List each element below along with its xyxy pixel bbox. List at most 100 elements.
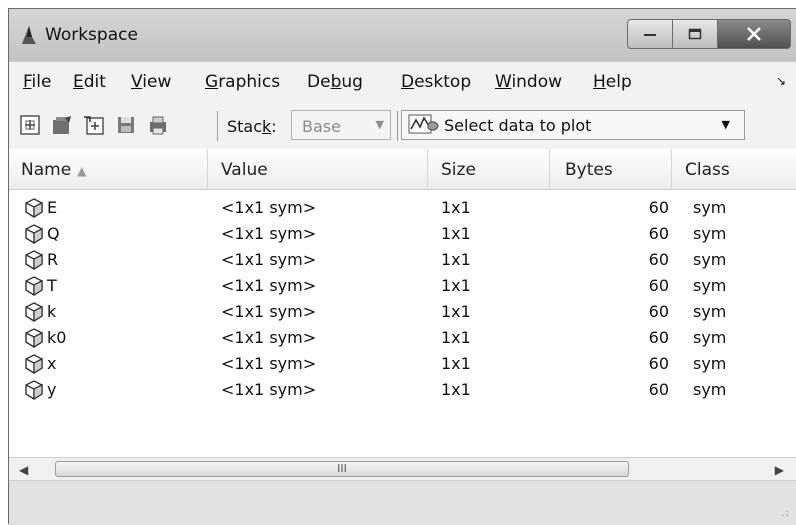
variable-size: 1x1: [441, 276, 471, 295]
column-header-size[interactable]: Size: [441, 160, 476, 180]
scroll-right-icon[interactable]: ▶: [775, 463, 784, 477]
stack-value: Base: [302, 117, 341, 136]
variable-size: 1x1: [441, 354, 471, 373]
menu-help[interactable]: Help: [593, 72, 632, 92]
variable-size: 1x1: [441, 302, 471, 321]
table-row[interactable]: k <1x1 sym> 1x1 60 sym: [9, 299, 796, 327]
menu-graphics[interactable]: Graphics: [205, 72, 280, 92]
scrollbar-thumb[interactable]: III: [55, 461, 629, 477]
variable-name: R: [47, 250, 59, 269]
maximize-button[interactable]: [672, 19, 718, 49]
close-button[interactable]: [717, 19, 791, 49]
variable-class: sym: [693, 276, 727, 295]
table-row[interactable]: k0 <1x1 sym> 1x1 60 sym: [9, 325, 796, 353]
toolbar: Stack: Base ▼ Select data to plot ▼: [9, 103, 796, 150]
minimize-icon: [644, 34, 656, 36]
variable-name: x: [47, 354, 57, 373]
chevron-down-icon: ▼: [721, 118, 730, 131]
variable-bytes: 60: [648, 380, 669, 399]
variable-size: 1x1: [441, 328, 471, 347]
plot-selector-dropdown[interactable]: Select data to plot ▼: [401, 110, 745, 140]
toolbar-separator: [397, 111, 398, 141]
table-row[interactable]: y <1x1 sym> 1x1 60 sym: [9, 377, 796, 405]
sym-cube-icon: [25, 302, 43, 323]
variable-value: <1x1 sym>: [221, 328, 317, 347]
menu-desktop[interactable]: Desktop: [401, 72, 471, 92]
scrollbar-grip: III: [337, 462, 347, 475]
table-row[interactable]: T <1x1 sym> 1x1 60 sym: [9, 273, 796, 301]
table-row[interactable]: E <1x1 sym> 1x1 60 sym: [9, 195, 796, 223]
variables-table: Name ▲ Value Size Bytes Class E <1x1 sym> 1…: [9, 149, 796, 457]
variable-class: sym: [693, 328, 727, 347]
sort-ascending-icon: ▲: [77, 164, 87, 178]
column-header-name[interactable]: Name ▲: [21, 160, 86, 180]
variable-bytes: 60: [648, 250, 669, 269]
stack-dropdown[interactable]: Base ▼: [291, 110, 391, 140]
toolbar-separator: [217, 111, 218, 141]
variable-class: sym: [693, 302, 727, 321]
column-divider[interactable]: [671, 149, 672, 189]
table-header: Name ▲ Value Size Bytes Class: [9, 149, 796, 190]
open-variable-icon[interactable]: [51, 114, 73, 136]
stack-label: Stack:: [227, 117, 277, 136]
table-row[interactable]: R <1x1 sym> 1x1 60 sym: [9, 247, 796, 275]
variable-bytes: 60: [648, 276, 669, 295]
column-header-value[interactable]: Value: [221, 160, 268, 180]
variable-value: <1x1 sym>: [221, 198, 317, 217]
sym-cube-icon: [25, 380, 43, 401]
save-workspace-icon[interactable]: [115, 114, 137, 136]
variable-class: sym: [693, 380, 727, 399]
title-bar[interactable]: Workspace: [9, 9, 796, 61]
window-title: Workspace: [45, 25, 138, 45]
undock-arrow-icon[interactable]: ↘: [776, 74, 786, 88]
variable-bytes: 60: [648, 302, 669, 321]
plot-icon: [408, 114, 439, 134]
menu-window[interactable]: Window: [495, 72, 562, 92]
workspace-icon: [22, 26, 36, 44]
variable-class: sym: [693, 224, 727, 243]
sym-cube-icon: [25, 224, 43, 245]
chevron-down-icon: ▼: [375, 118, 384, 131]
print-icon[interactable]: [147, 114, 169, 136]
sym-cube-icon: [25, 250, 43, 271]
workspace-window: Workspace File Edit View Graphics Debug …: [8, 8, 796, 525]
variable-name: k0: [47, 328, 67, 347]
variable-size: 1x1: [441, 380, 471, 399]
variable-bytes: 60: [648, 328, 669, 347]
sym-cube-icon: [25, 198, 43, 219]
scroll-left-icon[interactable]: ◀: [19, 463, 28, 477]
horizontal-scrollbar[interactable]: ◀ III ▶: [9, 457, 796, 481]
table-row[interactable]: x <1x1 sym> 1x1 60 sym: [9, 351, 796, 379]
column-divider[interactable]: [207, 149, 208, 189]
plot-selector-label: Select data to plot: [444, 116, 592, 135]
menu-edit[interactable]: Edit: [73, 72, 106, 92]
variable-size: 1x1: [441, 250, 471, 269]
variable-value: <1x1 sym>: [221, 380, 317, 399]
variable-value: <1x1 sym>: [221, 250, 317, 269]
variable-name: y: [47, 380, 57, 399]
minimize-button[interactable]: [627, 19, 673, 49]
variable-name: Q: [47, 224, 60, 243]
column-header-bytes[interactable]: Bytes: [565, 160, 613, 180]
status-bar: .:: [9, 481, 796, 525]
variable-class: sym: [693, 198, 727, 217]
column-divider[interactable]: [549, 149, 550, 189]
new-variable-icon[interactable]: [19, 114, 41, 136]
column-divider[interactable]: [427, 149, 428, 189]
variable-name: T: [47, 276, 57, 295]
close-icon: [747, 27, 761, 41]
variable-size: 1x1: [441, 198, 471, 217]
menu-view[interactable]: View: [131, 72, 171, 92]
column-header-class[interactable]: Class: [685, 160, 730, 180]
variable-value: <1x1 sym>: [221, 354, 317, 373]
menu-debug[interactable]: Debug: [307, 72, 363, 92]
import-data-icon[interactable]: [83, 114, 105, 136]
menu-file[interactable]: File: [23, 72, 51, 92]
variable-name: k: [47, 302, 57, 321]
table-row[interactable]: Q <1x1 sym> 1x1 60 sym: [9, 221, 796, 249]
resize-grip-icon[interactable]: .:: [781, 508, 790, 519]
variable-value: <1x1 sym>: [221, 224, 317, 243]
sym-cube-icon: [25, 328, 43, 349]
variable-class: sym: [693, 354, 727, 373]
variable-bytes: 60: [648, 224, 669, 243]
